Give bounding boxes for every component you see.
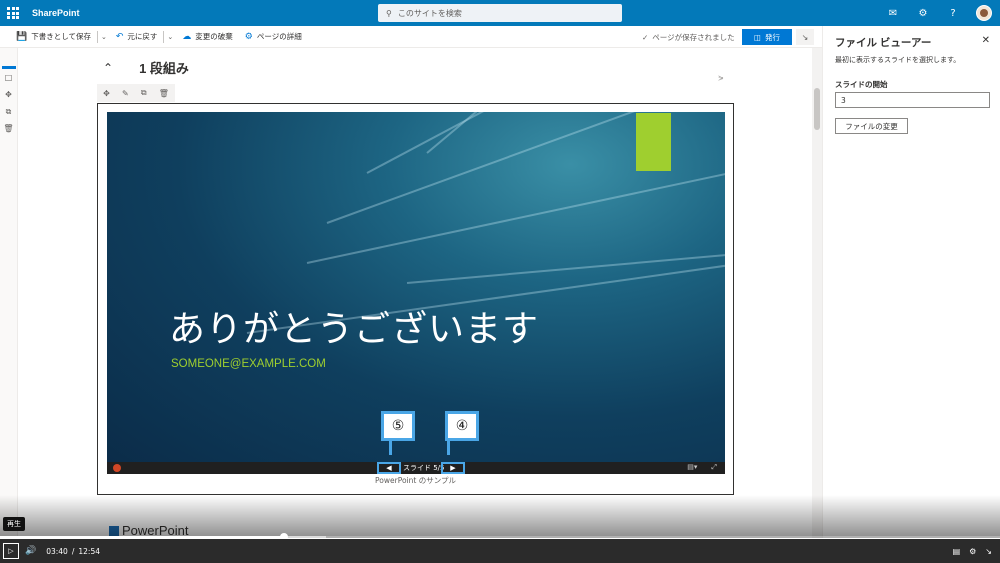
slide-streak bbox=[406, 250, 725, 284]
slide-accent-bar bbox=[636, 113, 671, 171]
slide-title: ありがとうございます bbox=[169, 308, 540, 349]
move-icon[interactable]: ✥ bbox=[103, 89, 110, 98]
arrow-right-icon: ▶ bbox=[450, 464, 456, 472]
collapse-caret-icon[interactable]: ⌃ bbox=[103, 61, 113, 75]
volume-icon[interactable]: 🔊 bbox=[25, 546, 36, 556]
delete-icon[interactable]: 🗑 bbox=[0, 120, 17, 137]
undo-label: 元に戻す bbox=[127, 32, 158, 41]
slide-counter: スライド 5/5 bbox=[403, 464, 445, 472]
help-icon[interactable]: ? bbox=[946, 8, 960, 19]
settings-icon[interactable]: ⚙ bbox=[916, 8, 930, 19]
pane-description: 最初に表示するスライドを選択します。 bbox=[835, 56, 961, 64]
gear-icon: ⚙ bbox=[244, 31, 253, 42]
section-title: 1 段組み bbox=[139, 61, 189, 76]
suite-bar: SharePoint ⚲ このサイトを検索 ✉ ⚙ ? bbox=[0, 0, 1000, 26]
publish-icon: ◫ bbox=[753, 32, 762, 42]
search-input[interactable]: このサイトを検索 bbox=[398, 8, 462, 19]
property-pane: ファイル ビューアー ✕ 最初に表示するスライドを選択します。 スライドの開始 … bbox=[822, 26, 1000, 538]
powerpoint-icon bbox=[113, 464, 121, 472]
duplicate-icon[interactable]: ⧉ bbox=[0, 103, 17, 120]
view-options-icon[interactable]: ▤▾ bbox=[687, 463, 697, 472]
check-icon: ✓ bbox=[642, 32, 649, 42]
discard-label: 変更の破棄 bbox=[195, 32, 233, 41]
webpart-toolbar: ✥ ✎ ⧉ 🗑 bbox=[97, 84, 175, 102]
canvas-scrollbar[interactable] bbox=[812, 48, 822, 538]
slide-player-bar: ◀ スライド 5/5 ▶ ▤▾ ⤢ bbox=[107, 462, 725, 474]
collapse-pane-button[interactable]: ↘ bbox=[796, 29, 814, 45]
publish-button[interactable]: ◫ 発行 bbox=[742, 29, 792, 45]
total-time: 12:54 bbox=[78, 546, 100, 556]
callout-5: ⑤ bbox=[381, 411, 415, 441]
heading-marker bbox=[109, 525, 119, 536]
save-status-text: ページが保存されました bbox=[652, 32, 735, 42]
play-icon: ▷ bbox=[8, 547, 14, 555]
slide-email: SOMEONE@EXAMPLE.COM bbox=[171, 358, 326, 370]
captions-icon[interactable]: ▤ bbox=[953, 547, 961, 556]
save-icon: 💾 bbox=[16, 31, 28, 42]
resize-handle-icon[interactable]: ⋟ bbox=[718, 74, 724, 82]
save-status: ✓ ページが保存されました bbox=[642, 26, 735, 48]
video-controls: ▷ 🔊 03:40 / 12:54 ▤ ⚙ ↘ bbox=[0, 539, 1000, 563]
duplicate-icon[interactable]: ⧉ bbox=[141, 88, 147, 98]
file-caption: PowerPoint のサンプル bbox=[375, 476, 456, 485]
next-slide-button[interactable]: ▶ bbox=[441, 462, 465, 474]
current-time: 03:40 bbox=[46, 546, 68, 556]
play-button[interactable]: ▷ bbox=[3, 543, 19, 559]
scrollbar-thumb[interactable] bbox=[814, 88, 820, 130]
brand-name[interactable]: SharePoint bbox=[32, 8, 80, 18]
undo-button[interactable]: ↶ 元に戻す bbox=[110, 26, 164, 48]
section-header: ⌃ 1 段組み bbox=[103, 58, 189, 77]
previous-slide-button[interactable]: ◀ bbox=[377, 462, 401, 474]
chevron-down-icon[interactable]: ⌄ bbox=[164, 33, 176, 41]
megaphone-icon[interactable]: ✉ bbox=[886, 8, 900, 19]
change-file-button[interactable]: ファイルの変更 bbox=[835, 118, 908, 134]
time-separator: / bbox=[71, 546, 75, 556]
slide-streak bbox=[306, 166, 725, 264]
publish-label: 発行 bbox=[765, 32, 781, 42]
page-details-button[interactable]: ⚙ ページの詳細 bbox=[239, 26, 308, 48]
delete-icon[interactable]: 🗑 bbox=[159, 89, 169, 98]
avatar[interactable] bbox=[976, 5, 992, 21]
settings-icon[interactable]: ⚙ bbox=[969, 547, 976, 556]
start-slide-label: スライドの開始 bbox=[835, 80, 888, 89]
app-launcher-icon[interactable] bbox=[0, 0, 26, 26]
move-icon[interactable]: ✥ bbox=[0, 86, 17, 103]
discard-changes-button[interactable]: ☁ 変更の破棄 bbox=[176, 26, 239, 48]
save-draft-label: 下書きとして保存 bbox=[31, 32, 91, 41]
callout-leader bbox=[389, 441, 392, 455]
play-tooltip: 再生 bbox=[3, 517, 25, 531]
pane-title: ファイル ビューアー bbox=[835, 37, 932, 49]
chevron-down-icon[interactable]: ⌄ bbox=[98, 33, 110, 41]
callout-leader bbox=[447, 441, 450, 455]
fullscreen-icon[interactable]: ⤢ bbox=[711, 463, 717, 472]
command-bar: 💾 下書きとして保存 ⌄ ↶ 元に戻す ⌄ ☁ 変更の破棄 ⚙ ページの詳細 ✓… bbox=[0, 26, 822, 48]
canvas-toolbox: □ ✥ ⧉ 🗑 bbox=[0, 48, 18, 538]
collapse-icon: ↘ bbox=[801, 32, 809, 42]
file-viewer-webpart[interactable]: ありがとうございます SOMEONE@EXAMPLE.COM ◀ スライド 5/… bbox=[97, 103, 734, 495]
video-time: 03:40 / 12:54 bbox=[46, 547, 100, 556]
callout-4: ④ bbox=[445, 411, 479, 441]
close-icon[interactable]: ✕ bbox=[982, 35, 990, 46]
save-draft-button[interactable]: 💾 下書きとして保存 bbox=[10, 26, 97, 48]
search-box[interactable]: ⚲ このサイトを検索 bbox=[378, 4, 622, 22]
start-slide-field[interactable] bbox=[835, 92, 990, 108]
comment-icon[interactable]: □ bbox=[0, 69, 17, 86]
powerpoint-slide: ありがとうございます SOMEONE@EXAMPLE.COM bbox=[107, 112, 725, 462]
discard-icon: ☁ bbox=[182, 31, 192, 42]
search-icon: ⚲ bbox=[386, 8, 392, 18]
page-details-label: ページの詳細 bbox=[256, 32, 302, 41]
arrow-left-icon: ◀ bbox=[386, 464, 392, 472]
edit-icon[interactable]: ✎ bbox=[122, 89, 129, 98]
exit-fullscreen-icon[interactable]: ↘ bbox=[985, 547, 992, 556]
undo-icon: ↶ bbox=[115, 31, 124, 42]
